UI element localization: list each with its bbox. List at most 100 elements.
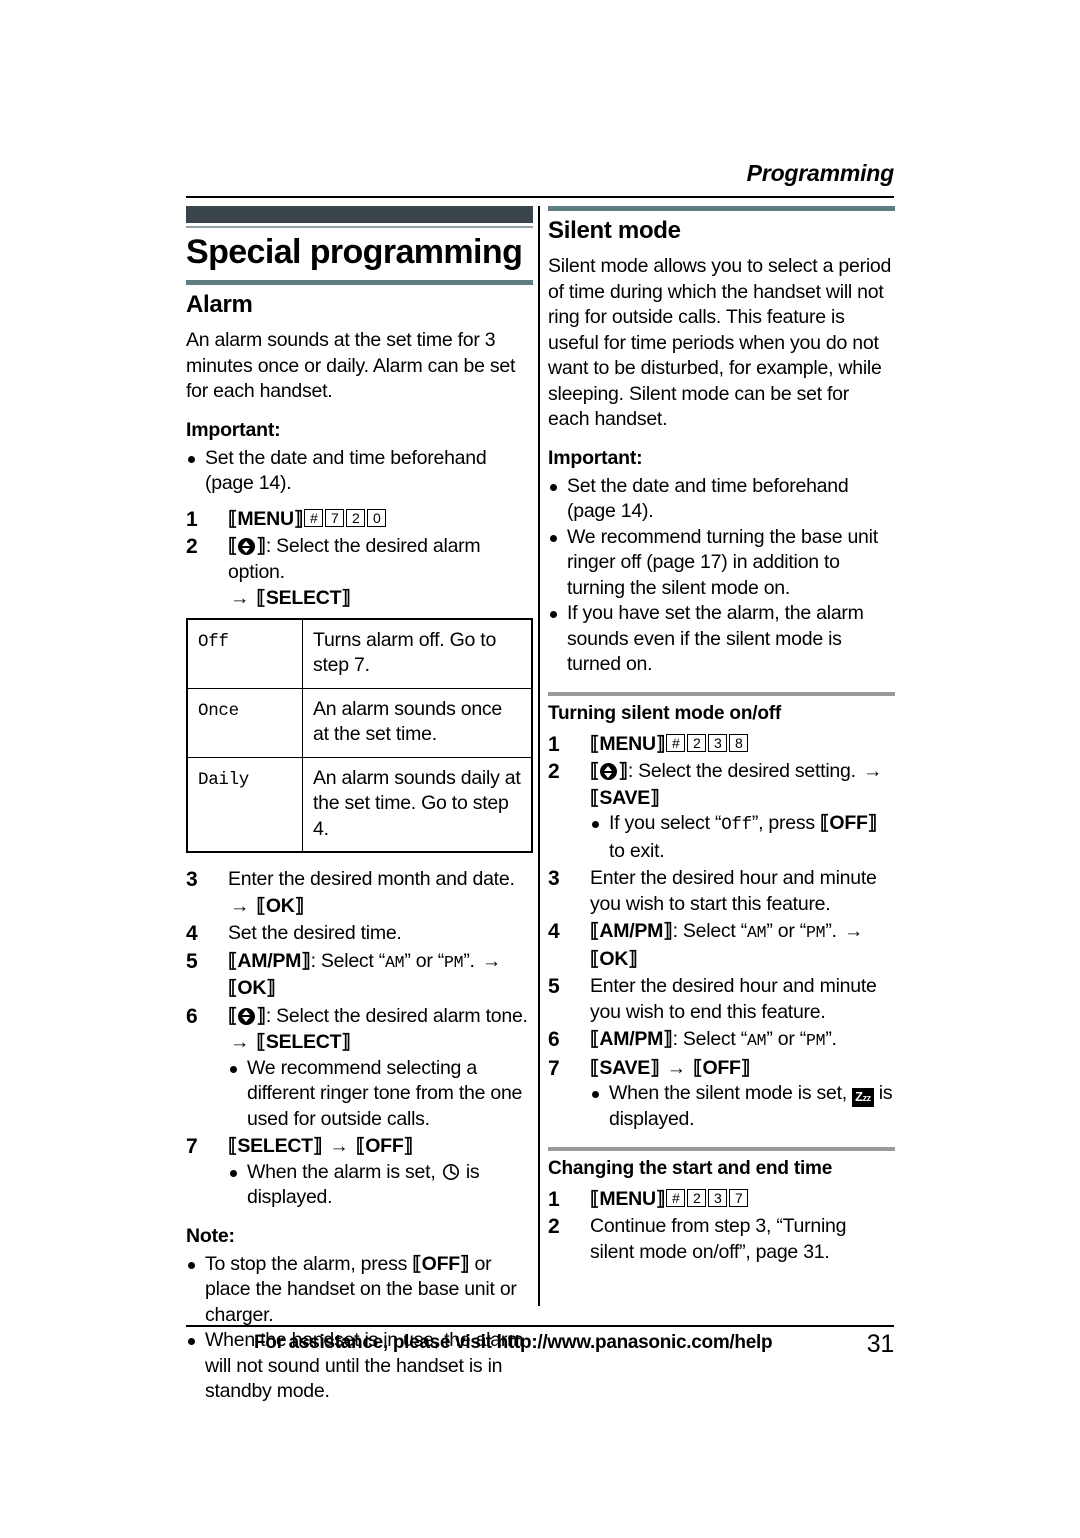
option-value: Daily xyxy=(186,756,303,853)
alarm-note-label: Note: xyxy=(186,1224,235,1247)
off-key: ⟦OFF⟧ xyxy=(355,1135,413,1158)
step-number: 2 xyxy=(548,760,560,783)
table-row: Daily An alarm sounds daily at the set t… xyxy=(186,756,533,853)
step-text: : Select the desired alarm option. xyxy=(228,535,481,583)
step-text: : Select “AM” or “PM”. xyxy=(672,1028,837,1050)
up-down-arrow-icon xyxy=(238,1007,256,1025)
step-2-notes: If you select “Off”, press ⟦OFF⟧ to exit… xyxy=(590,811,895,864)
step-text: Enter the desired hour and minute you wi… xyxy=(590,975,877,1023)
left-column: Special programming Alarm An alarm sound… xyxy=(186,206,533,1415)
list-item: We recommend turning the base unit ringe… xyxy=(548,525,895,602)
step-number: 3 xyxy=(186,868,198,892)
zzz-icon: Zzz xyxy=(852,1088,874,1107)
select-key: ⟦SELECT⟧ xyxy=(256,587,351,610)
alarm-section-rule xyxy=(186,280,533,286)
keypad-key-hash: # xyxy=(666,733,686,752)
right-column: Silent mode Silent mode allows you to se… xyxy=(548,206,895,1267)
option-value: Off xyxy=(186,618,303,689)
column-divider xyxy=(538,206,540,1306)
ok-key: ⟦OK⟧ xyxy=(590,947,638,970)
keypad-key-2: 2 xyxy=(346,508,366,527)
silent-important-label: Important: xyxy=(548,446,643,469)
chapter-bar xyxy=(186,206,533,223)
step-text: Enter the desired month and date. xyxy=(228,868,515,891)
page-number: 31 xyxy=(866,1330,895,1358)
am-value: AM xyxy=(385,952,405,972)
menu-key: ⟦MENU⟧ xyxy=(228,507,304,530)
ampm-key: ⟦AM/PM⟧ xyxy=(590,920,673,942)
keypad-key-0: 0 xyxy=(367,508,387,527)
save-key: ⟦SAVE⟧ xyxy=(590,786,660,809)
arrow-icon: → xyxy=(230,587,250,610)
chapter-bar-accent xyxy=(186,226,533,228)
changing-time-rule xyxy=(548,1146,895,1151)
keypad-key-7: 7 xyxy=(325,508,345,527)
list-item: To stop the alarm, press ⟦OFF⟧ or place … xyxy=(186,1252,533,1329)
step-number: 7 xyxy=(548,1056,560,1080)
step-5: 5 ⟦AM/PM⟧: Select “AM” or “PM”. → ⟦OK⟧ xyxy=(186,949,533,1002)
silent-mode-section-title: Silent mode xyxy=(548,217,681,244)
table-row: Once An alarm sounds once at the set tim… xyxy=(186,687,533,758)
step-number: 5 xyxy=(186,949,198,973)
footer-rule xyxy=(186,1325,894,1327)
clock-icon xyxy=(442,1163,460,1181)
keypad-key-3: 3 xyxy=(708,733,728,752)
keypad-key-2: 2 xyxy=(687,1188,707,1207)
up-down-arrow-icon xyxy=(238,538,256,556)
navigator-key: ⟦ ⟧ xyxy=(228,1004,266,1027)
header-rule xyxy=(186,196,894,198)
step-number: 7 xyxy=(186,1135,198,1159)
list-item: When the alarm is set, is displayed. xyxy=(228,1160,533,1211)
arrow-icon: → xyxy=(843,920,864,942)
step-number: 1 xyxy=(548,732,560,756)
step-text: Continue from step 3, “Turning silent mo… xyxy=(590,1215,847,1263)
step-7-notes: When the silent mode is set, Zzz is disp… xyxy=(590,1081,895,1133)
menu-key: ⟦MENU⟧ xyxy=(590,1187,666,1210)
keypad-key-7: 7 xyxy=(729,1188,749,1207)
option-description: An alarm sounds daily at the set time. G… xyxy=(302,756,533,853)
navigator-key: ⟦ ⟧ xyxy=(228,535,266,558)
step-3: 3 Enter the desired hour and minute you w… xyxy=(548,866,895,917)
arrow-icon: → xyxy=(230,1031,250,1054)
step-number: 5 xyxy=(548,975,560,998)
list-item: Set the date and time beforehand (page 1… xyxy=(548,474,895,525)
step-2: 2 Continue from step 3, “Turning silent m… xyxy=(548,1214,895,1265)
step-5: 5 Enter the desired hour and minute you w… xyxy=(548,974,895,1025)
up-down-arrow-icon xyxy=(600,763,618,780)
select-key: ⟦SELECT⟧ xyxy=(228,1135,323,1158)
step-6-notes: We recommend selecting a different ringe… xyxy=(228,1056,533,1133)
ok-key: ⟦OK⟧ xyxy=(256,894,304,917)
list-item: Set the date and time beforehand (page 1… xyxy=(186,446,533,497)
save-key: ⟦SAVE⟧ xyxy=(590,1056,660,1079)
option-description: Turns alarm off. Go to step 7. xyxy=(302,618,533,689)
alarm-steps-continued: 3 Enter the desired month and date. → ⟦OK… xyxy=(186,867,533,1211)
silent-important-list: Set the date and time beforehand (page 1… xyxy=(548,474,895,678)
off-key: ⟦OFF⟧ xyxy=(412,1252,470,1275)
chapter-title: Special programming xyxy=(186,233,523,271)
keypad-key-3: 3 xyxy=(708,1188,728,1207)
step-number: 6 xyxy=(548,1028,560,1051)
menu-key: ⟦MENU⟧ xyxy=(590,732,666,755)
step-1: 1 ⟦MENU⟧ #7 2 0 xyxy=(186,507,533,533)
pm-value: PM xyxy=(806,1031,826,1050)
step-text: : Select the desired setting. xyxy=(627,760,856,782)
step-number: 4 xyxy=(548,920,560,943)
step-1: 1 ⟦MENU⟧ #2 3 8 xyxy=(548,732,895,758)
step-2: 2 ⟦ ⟧: Select the desired alarm option. → … xyxy=(186,534,533,612)
alarm-section-title: Alarm xyxy=(186,291,253,319)
footer-text: For assistance, please visit http://www.… xyxy=(254,1332,773,1353)
list-item: We recommend selecting a different ringe… xyxy=(228,1056,533,1133)
silent-mode-intro: Silent mode allows you to select a perio… xyxy=(548,255,892,430)
step-number: 4 xyxy=(186,922,198,946)
option-description: An alarm sounds once at the set time. xyxy=(302,687,533,758)
keypad-key-2: 2 xyxy=(687,733,707,752)
arrow-icon: → xyxy=(481,949,502,972)
step-number: 2 xyxy=(548,1215,560,1238)
step-4: 4 Set the desired time. xyxy=(186,921,533,947)
step-7: 7 ⟦SAVE⟧ → ⟦OFF⟧ When the silent mode is … xyxy=(548,1056,895,1133)
manual-page: Programming Special programming Alarm An… xyxy=(0,0,1080,1538)
step-2: 2 ⟦ ⟧: Select the desired setting. → ⟦SAVE… xyxy=(548,759,895,864)
turning-on-off-steps: 1 ⟦MENU⟧ #2 3 8 2 ⟦ ⟧: Select the desired sett… xyxy=(548,732,895,1133)
list-item: When the silent mode is set, Zzz is disp… xyxy=(590,1081,895,1133)
alarm-intro: An alarm sounds at the set time for 3 mi… xyxy=(186,329,516,403)
